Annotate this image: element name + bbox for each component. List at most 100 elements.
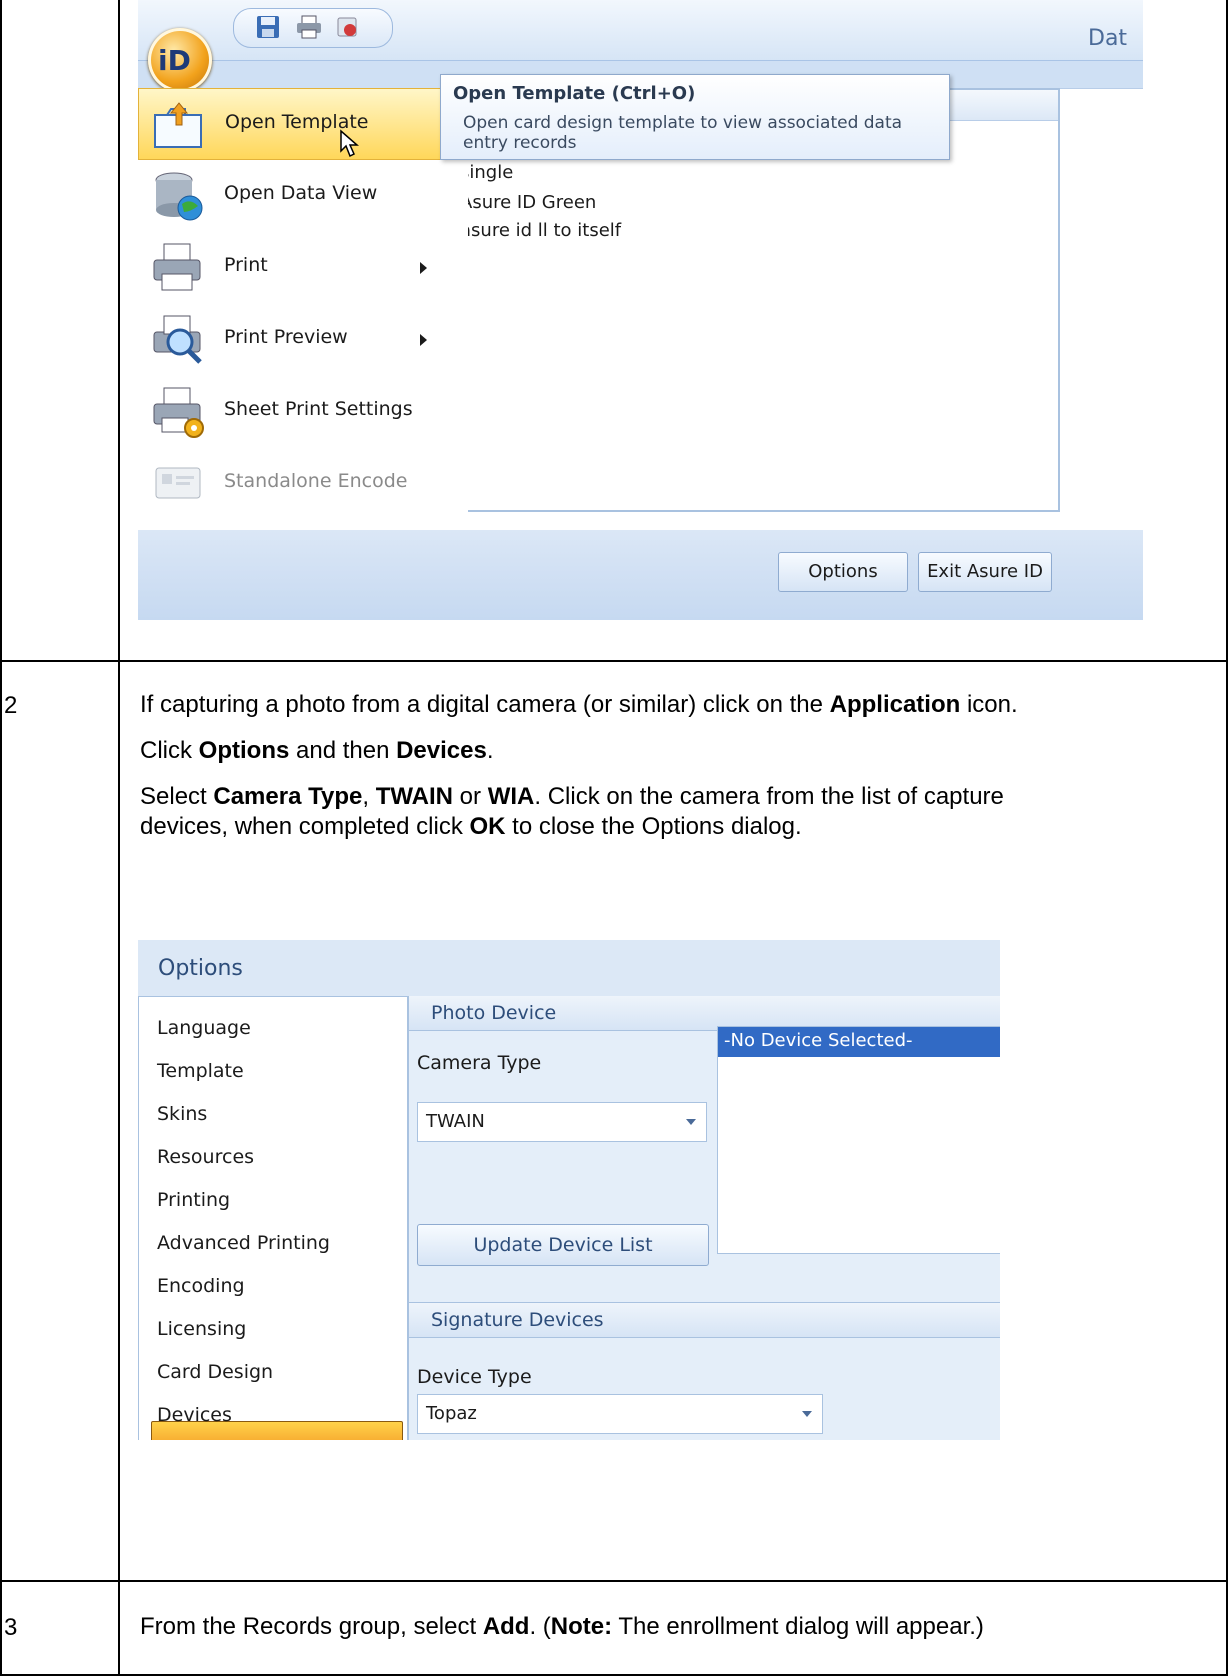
device-list-item-selected[interactable]: -No Device Selected- [718,1027,1000,1057]
tooltip-title: Open Template (Ctrl+O) [453,83,696,104]
encode-card-icon [155,467,201,499]
bold-term: OK [469,813,506,840]
table-left-border [0,0,2,1676]
menu-item-standalone-encode[interactable]: Standalone Encode [138,448,468,518]
menu-item-sheet-print-settings[interactable]: Sheet Print Settings [138,376,468,446]
camera-type-value: TWAIN [426,1111,485,1132]
text-run: and then [289,737,397,764]
text-run: . [486,737,494,764]
quick-access-toolbar [233,8,393,48]
print-preview-magnifier-icon [153,315,202,364]
camera-type-select[interactable]: TWAIN [417,1102,707,1142]
menu-footer: Options Exit Asure ID [138,530,1143,620]
nav-item-encoding[interactable]: Encoding [157,1275,245,1297]
submenu-arrow-icon [420,262,427,274]
menu-item-print-preview[interactable]: Print Preview [138,304,468,374]
options-nav: Language Template Skins Resources Printi… [138,996,408,1440]
signature-devices-header: Signature Devices [409,1302,1000,1338]
application-menu-items: Open Template Open Data View Print Print… [138,88,468,530]
text-run: If capturing a photo from a digital came… [140,691,830,718]
dialog-title: Options [158,956,243,981]
menu-item-label: Print Preview [224,326,348,348]
open-template-tooltip: Open Template (Ctrl+O) Open card design … [440,74,950,160]
text-run: . Click on the camera from the list of c… [534,783,1004,810]
card-red-icon[interactable] [336,15,360,39]
menu-item-label: Open Data View [224,182,378,204]
step-3-line-1: From the Records group, select Add. (Not… [140,1612,984,1641]
text-run: From the Records group, select [140,1613,483,1640]
ribbon-title-bar: Dat [138,0,1143,61]
nav-item-printing[interactable]: Printing [157,1189,230,1211]
bold-term: Options [198,737,290,764]
bold-term: Add [482,1613,530,1640]
submenu-arrow-icon [420,334,427,346]
application-menu-screenshot: Dat iD single Asure ID Green asure id ll… [138,0,1143,620]
device-type-select[interactable]: Topaz [417,1394,823,1434]
bold-term: Note: [550,1613,613,1640]
nav-item-advanced-printing[interactable]: Advanced Printing [157,1232,330,1254]
step-2-line-1: If capturing a photo from a digital came… [140,690,1018,719]
update-device-list-button[interactable]: Update Device List [417,1224,709,1266]
database-globe-icon [155,172,203,221]
chevron-down-icon [686,1119,696,1125]
exit-asure-id-button[interactable]: Exit Asure ID [918,552,1052,592]
nav-item-card-design[interactable]: Card Design [157,1361,273,1383]
capture-devices-list[interactable]: -No Device Selected- [717,1026,1000,1254]
mouse-cursor-icon [340,129,359,158]
nav-item-licensing[interactable]: Licensing [157,1318,246,1340]
printer-icon [153,243,201,291]
signature-devices-header-label: Signature Devices [431,1309,604,1331]
nav-item-skins[interactable]: Skins [157,1103,207,1125]
table-column-divider [118,0,120,1676]
step-number: 2 [4,692,18,719]
bold-term: WIA [487,783,535,810]
save-icon[interactable] [256,15,280,39]
menu-item-open-template[interactable]: Open Template [138,88,468,160]
recent-item[interactable]: asure id ll to itself [460,220,621,241]
menu-item-label: Sheet Print Settings [224,398,413,420]
step-2-line-2: Click Options and then Devices. [140,736,494,765]
device-type-value: Topaz [426,1403,477,1424]
printer-settings-gear-icon [153,387,204,438]
menu-item-label: Print [224,254,268,276]
nav-item-template[interactable]: Template [157,1060,244,1082]
device-type-label: Device Type [417,1366,532,1388]
step-number: 3 [4,1614,18,1641]
chevron-down-icon [802,1411,812,1417]
text-run: or [453,783,488,810]
tooltip-description: Open card design template to view associ… [463,113,903,153]
text-run: icon. [960,691,1018,718]
nav-item-resources[interactable]: Resources [157,1146,254,1168]
nav-item-devices[interactable]: Devices [157,1404,232,1426]
text-run: devices, when completed click [140,813,470,840]
orb-logo-text: iD [158,44,191,77]
open-folder-arrow-icon [154,102,202,148]
menu-item-print[interactable]: Print [138,232,468,302]
step-2-line-4: devices, when completed click OK to clos… [140,812,802,841]
step-2-line-3: Select Camera Type, TWAIN or WIA. Click … [140,782,1004,811]
options-dialog-screenshot: Options Language Template Skins Resource… [138,940,1000,1440]
bold-term: Devices [396,737,487,764]
text-run: , [362,783,376,810]
row-divider-1 [0,660,1228,662]
bold-term: Camera Type [213,783,363,810]
text-run: to close the Options dialog. [505,813,802,840]
recent-item[interactable]: Asure ID Green [460,192,596,213]
text-run: The enrollment dialog will appear.) [612,1613,984,1640]
camera-type-label: Camera Type [417,1052,542,1074]
row-divider-2 [0,1580,1228,1582]
photo-device-header-label: Photo Device [431,1002,557,1024]
text-run: . ( [529,1613,551,1640]
options-button[interactable]: Options [778,552,908,592]
devices-settings-panel: Photo Device Camera Type TWAIN -No Devic… [408,996,1000,1440]
application-orb-button[interactable]: iD [148,28,212,92]
bold-term: TWAIN [375,783,454,810]
text-run: Click [140,737,199,764]
print-icon[interactable] [296,15,322,39]
device-list-item-label: -No Device Selected- [724,1030,913,1051]
menu-item-open-data-view[interactable]: Open Data View [138,160,468,230]
text-run: Select [140,783,214,810]
nav-item-language[interactable]: Language [157,1017,251,1039]
menu-item-label: Standalone Encode [224,470,408,492]
window-title-partial: Dat [1088,26,1128,51]
